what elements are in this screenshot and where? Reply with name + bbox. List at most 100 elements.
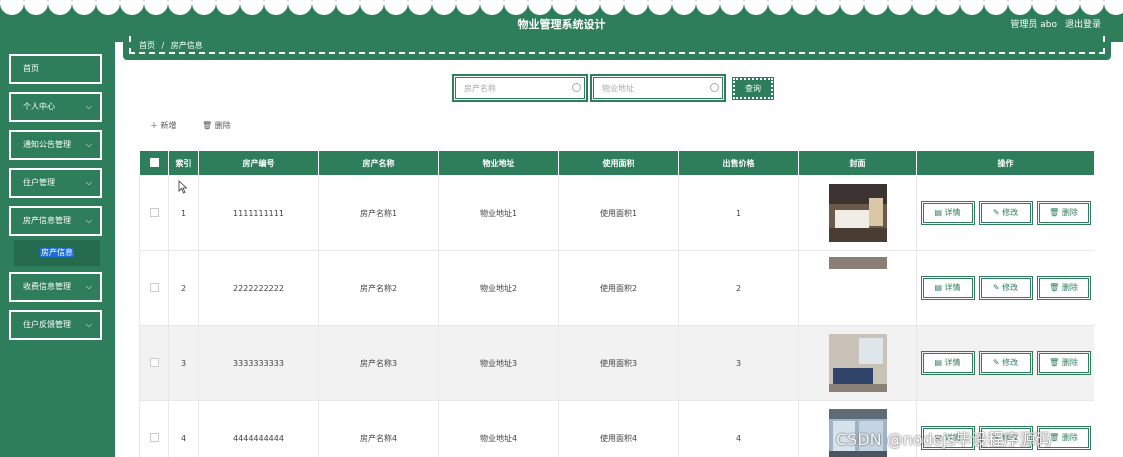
- scallop: [1008, 0, 1032, 15]
- add-button-label: 新增: [160, 121, 177, 130]
- scallop: [288, 0, 312, 15]
- add-button[interactable]: ＋ 新增: [150, 120, 177, 131]
- row-checkbox[interactable]: [149, 207, 159, 217]
- delete-button[interactable]: 🗑 删除: [1036, 276, 1091, 300]
- cell-index: 2: [168, 250, 199, 326]
- logout-link[interactable]: 退出登录: [1065, 17, 1101, 30]
- cell-price: 4: [678, 400, 799, 457]
- cell-index: 4: [168, 400, 199, 457]
- edit-button-label: 修改: [1002, 208, 1019, 217]
- property-name-search-input[interactable]: [452, 74, 588, 102]
- row-checkbox[interactable]: [149, 282, 159, 292]
- breadcrumb-home[interactable]: 首页: [139, 41, 155, 50]
- cell-operations: ▤ 详情 ✎ 修改 🗑 删除: [916, 250, 1094, 326]
- scallop: [72, 0, 96, 15]
- scallop: [504, 0, 528, 15]
- edit-button[interactable]: ✎ 修改: [978, 201, 1033, 225]
- cover-image[interactable]: [828, 184, 887, 242]
- column-header: 封面: [798, 150, 917, 176]
- scallop: [936, 0, 960, 15]
- breadcrumb-current: 房产信息: [170, 41, 203, 50]
- scallop: [720, 0, 744, 15]
- scallop: [192, 0, 216, 15]
- cell-address: 物业地址1: [438, 175, 559, 251]
- scallop: [480, 0, 504, 15]
- chevron-down-icon: ⌵: [85, 178, 92, 187]
- cell-cover: [798, 250, 917, 326]
- cell-price: 1: [678, 175, 799, 251]
- sidebar-item-home[interactable]: 首页: [9, 54, 102, 84]
- chevron-down-icon: ⌵: [85, 282, 92, 291]
- sidebar-item-label: 住户管理: [23, 178, 55, 187]
- breadcrumb-text: 首页 / 房产信息: [139, 40, 203, 51]
- select-all-checkbox[interactable]: [149, 157, 159, 167]
- scallop: [240, 0, 264, 15]
- sidebar-subitem-property-info[interactable]: 房产信息: [14, 240, 100, 266]
- scallop: [816, 0, 840, 15]
- table-row: 1 1111111111 房产名称1 物业地址1 使用面积1 1 ▤ 详情 ✎ 修…: [139, 175, 1094, 251]
- search-icon: [710, 83, 719, 92]
- row-checkbox[interactable]: [149, 357, 159, 367]
- sidebar-item-property-management[interactable]: 房产信息管理 ⌵: [9, 206, 102, 236]
- delete-button[interactable]: 🗑 删除: [1036, 351, 1091, 375]
- detail-button[interactable]: ▤ 详情: [920, 351, 975, 375]
- cell-index: 3: [168, 325, 199, 401]
- cover-image[interactable]: [828, 334, 887, 392]
- breadcrumb-separator: /: [161, 41, 165, 50]
- cell-operations: ▤ 详情 ✎ 修改 🗑 删除: [916, 325, 1094, 401]
- scallop: [312, 0, 336, 15]
- delete-button-label: 删除: [1061, 208, 1078, 217]
- cover-image[interactable]: [828, 257, 887, 269]
- delete-button-label: 删除: [214, 121, 231, 130]
- sidebar: 首页 个人中心 ⌵ 通知公告管理 ⌵ 住户管理 ⌵ 房产信息管理 ⌵ 房产信息 …: [0, 42, 115, 457]
- batch-delete-button[interactable]: 🗑 删除: [202, 120, 231, 131]
- sidebar-item-feedback-management[interactable]: 住户反馈管理 ⌵: [9, 310, 102, 340]
- cell-operations: ▤ 详情 ✎ 修改 🗑 删除: [916, 175, 1094, 251]
- column-header: 索引: [168, 150, 199, 176]
- edit-button[interactable]: ✎ 修改: [978, 276, 1033, 300]
- cell-price: 3: [678, 325, 799, 401]
- cell-name: 房产名称2: [318, 250, 439, 326]
- scallop: [24, 0, 48, 15]
- scallop: [840, 0, 864, 15]
- cell-area: 使用面积1: [558, 175, 679, 251]
- cell-code: 3333333333: [198, 325, 319, 401]
- detail-button[interactable]: ▤ 详情: [920, 276, 975, 300]
- cell-area: 使用面积3: [558, 325, 679, 401]
- scallop: [360, 0, 384, 15]
- property-address-search-input[interactable]: [590, 74, 726, 102]
- pencil-icon: ✎: [992, 358, 1003, 367]
- sidebar-item-fee-management[interactable]: 收费信息管理 ⌵: [9, 272, 102, 302]
- pencil-icon: ✎: [992, 208, 1003, 217]
- sidebar-item-label: 房产信息管理: [23, 216, 71, 225]
- row-checkbox[interactable]: [149, 432, 159, 442]
- cell-code: 1111111111: [198, 175, 319, 251]
- scallop: [1080, 0, 1104, 15]
- sidebar-item-label: 个人中心: [23, 102, 55, 111]
- sidebar-item-resident-management[interactable]: 住户管理 ⌵: [9, 168, 102, 198]
- column-header: 操作: [916, 150, 1094, 176]
- scallop: [0, 0, 24, 15]
- app-title: 物业管理系统设计: [517, 18, 606, 31]
- edit-button[interactable]: ✎ 修改: [978, 351, 1033, 375]
- search-button[interactable]: 查询: [732, 77, 774, 100]
- table-header-row: 索引 房产编号 房产名称 物业地址 使用面积 出售价格 封面 操作: [139, 150, 1094, 176]
- scallop: [912, 0, 936, 15]
- sidebar-item-personal-center[interactable]: 个人中心 ⌵: [9, 92, 102, 122]
- scallop: [624, 0, 648, 15]
- scallop: [600, 0, 624, 15]
- scallop: [456, 0, 480, 15]
- delete-button[interactable]: 🗑 删除: [1036, 201, 1091, 225]
- cell-address: 物业地址4: [438, 400, 559, 457]
- cell-name: 房产名称1: [318, 175, 439, 251]
- scallop: [864, 0, 888, 15]
- scallop: [888, 0, 912, 15]
- trash-icon: 🗑: [1049, 208, 1062, 217]
- sidebar-item-notice-management[interactable]: 通知公告管理 ⌵: [9, 130, 102, 160]
- column-header: 房产名称: [318, 150, 439, 176]
- scallop: [672, 0, 696, 15]
- cell-code: 4444444444: [198, 400, 319, 457]
- trash-icon: 🗑: [1049, 358, 1062, 367]
- detail-button[interactable]: ▤ 详情: [920, 201, 975, 225]
- table-row: 2 2222222222 房产名称2 物业地址2 使用面积2 2 ▤ 详情 ✎ 修…: [139, 250, 1094, 326]
